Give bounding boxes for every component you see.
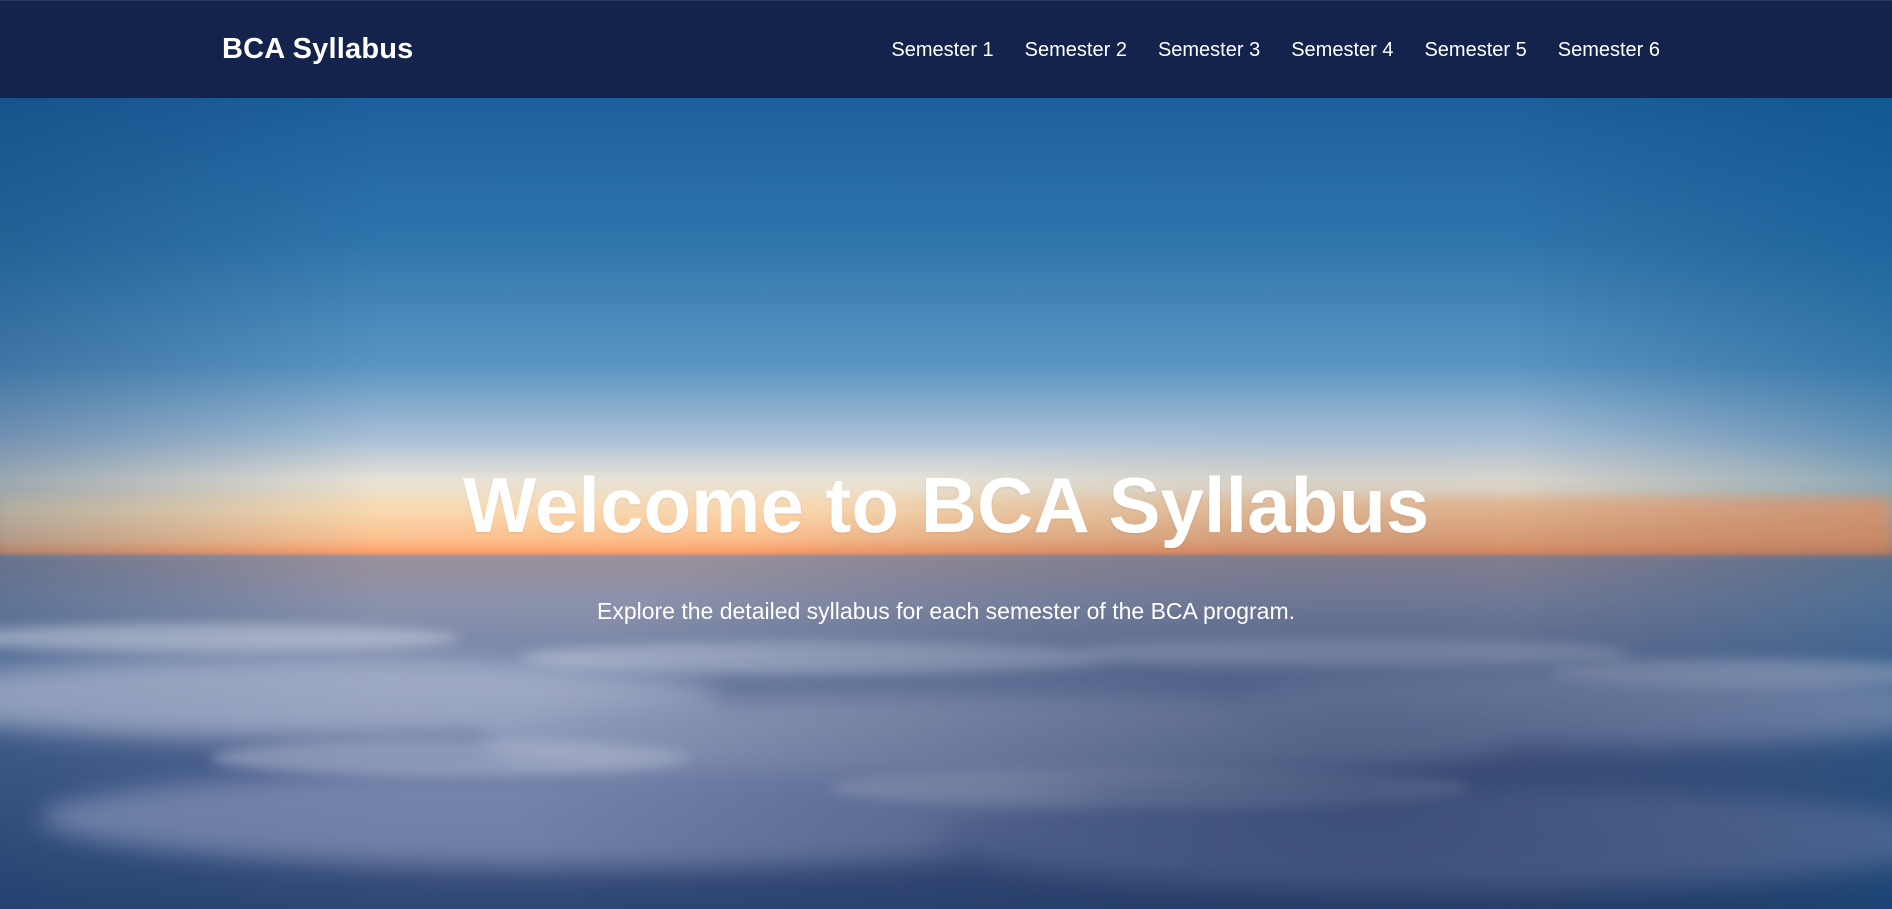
nav-item: Semester 3 xyxy=(1158,38,1260,62)
hero-section: Welcome to BCA Syllabus Explore the deta… xyxy=(0,98,1892,909)
hero-subtitle: Explore the detailed syllabus for each s… xyxy=(596,598,1296,624)
nav-item: Semester 1 xyxy=(891,38,993,62)
nav-link-semester-5[interactable]: Semester 5 xyxy=(1424,39,1526,61)
nav-link-semester-4[interactable]: Semester 4 xyxy=(1291,39,1393,61)
nav-item: Semester 2 xyxy=(1025,38,1127,62)
hero-title: Welcome to BCA Syllabus xyxy=(462,461,1430,549)
nav-menu: Semester 1 Semester 2 Semester 3 Semeste… xyxy=(891,38,1660,62)
nav-link-semester-3[interactable]: Semester 3 xyxy=(1158,39,1260,61)
nav-link-semester-1[interactable]: Semester 1 xyxy=(891,39,993,61)
nav-link-semester-6[interactable]: Semester 6 xyxy=(1558,39,1660,61)
page: BCA Syllabus Semester 1 Semester 2 Semes… xyxy=(0,0,1892,909)
brand-link[interactable]: BCA Syllabus xyxy=(222,32,413,66)
nav-link-semester-2[interactable]: Semester 2 xyxy=(1025,39,1127,61)
navbar: BCA Syllabus Semester 1 Semester 2 Semes… xyxy=(0,0,1892,98)
nav-item: Semester 6 xyxy=(1558,38,1660,62)
nav-item: Semester 4 xyxy=(1291,38,1393,62)
nav-item: Semester 5 xyxy=(1424,38,1526,62)
